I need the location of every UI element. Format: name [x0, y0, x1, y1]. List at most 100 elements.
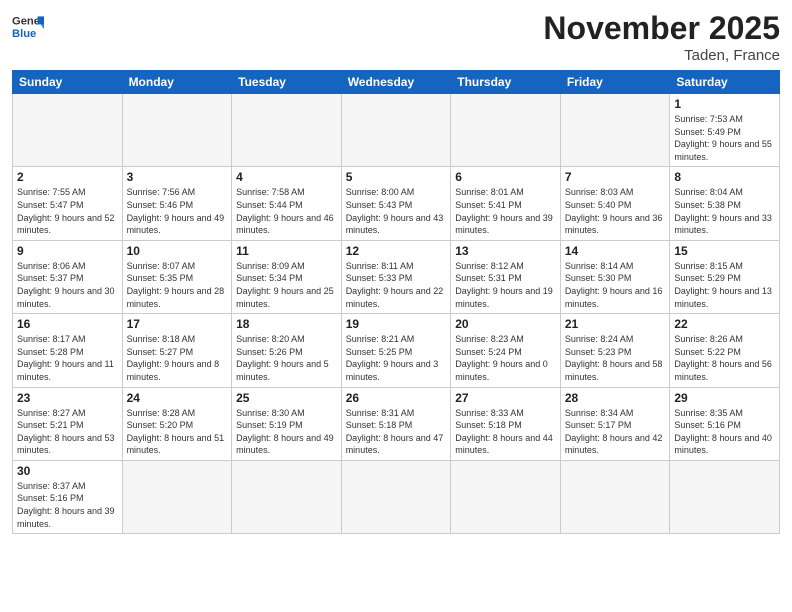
calendar-week-row: 9Sunrise: 8:06 AM Sunset: 5:37 PM Daylig… — [13, 240, 780, 313]
calendar-day-cell: 26 Sunrise: 8:31 AM Sunset: 5:18 PM Dayli… — [341, 387, 451, 460]
calendar-week-row: 23Sunrise: 8:27 AM Sunset: 5:21 PM Dayli… — [13, 387, 780, 460]
calendar-day-cell — [232, 94, 342, 167]
weekday-header: Monday — [122, 71, 232, 94]
day-number: 5 — [346, 170, 447, 184]
day-info: Sunrise: 7:55 AM Sunset: 5:47 PM Dayligh… — [17, 186, 118, 236]
location-subtitle: Taden, France — [543, 47, 780, 64]
header: General Blue November 2025 Taden, France — [12, 10, 780, 64]
day-info: Sunrise: 8:01 AM Sunset: 5:41 PM Dayligh… — [455, 186, 556, 236]
weekday-header: Friday — [560, 71, 670, 94]
calendar-day-cell: 11 Sunrise: 8:09 AM Sunset: 5:34 PM Dayli… — [232, 240, 342, 313]
day-number: 27 — [455, 391, 556, 405]
calendar-day-cell: 13Sunrise: 8:12 AM Sunset: 5:31 PM Dayli… — [451, 240, 561, 313]
calendar-day-cell: 14Sunrise: 8:14 AM Sunset: 5:30 PM Dayli… — [560, 240, 670, 313]
weekday-header: Sunday — [13, 71, 123, 94]
calendar-day-cell: 23Sunrise: 8:27 AM Sunset: 5:21 PM Dayli… — [13, 387, 123, 460]
day-info: Sunrise: 8:09 AM Sunset: 5:34 PM Dayligh… — [236, 260, 337, 310]
day-number: 2 — [17, 170, 118, 184]
day-number: 9 — [17, 244, 118, 258]
day-number: 12 — [346, 244, 447, 258]
day-number: 26 — [346, 391, 447, 405]
day-info: Sunrise: 8:14 AM Sunset: 5:30 PM Dayligh… — [565, 260, 666, 310]
calendar-week-row: 1 Sunrise: 7:53 AM Sunset: 5:49 PM Daylig… — [13, 94, 780, 167]
day-info: Sunrise: 8:11 AM Sunset: 5:33 PM Dayligh… — [346, 260, 447, 310]
calendar-day-cell: 29 Sunrise: 8:35 AM Sunset: 5:16 PM Dayli… — [670, 387, 780, 460]
day-number: 20 — [455, 317, 556, 331]
day-info: Sunrise: 8:26 AM Sunset: 5:22 PM Dayligh… — [674, 333, 775, 383]
day-number: 23 — [17, 391, 118, 405]
calendar-day-cell: 2 Sunrise: 7:55 AM Sunset: 5:47 PM Daylig… — [13, 167, 123, 240]
calendar-body: 1 Sunrise: 7:53 AM Sunset: 5:49 PM Daylig… — [13, 94, 780, 534]
calendar-day-cell: 7 Sunrise: 8:03 AM Sunset: 5:40 PM Daylig… — [560, 167, 670, 240]
day-info: Sunrise: 8:15 AM Sunset: 5:29 PM Dayligh… — [674, 260, 775, 310]
month-year-title: November 2025 — [543, 10, 780, 47]
day-number: 6 — [455, 170, 556, 184]
weekday-row: SundayMondayTuesdayWednesdayThursdayFrid… — [13, 71, 780, 94]
calendar-day-cell — [560, 460, 670, 533]
calendar-day-cell: 24Sunrise: 8:28 AM Sunset: 5:20 PM Dayli… — [122, 387, 232, 460]
day-info: Sunrise: 8:07 AM Sunset: 5:35 PM Dayligh… — [127, 260, 228, 310]
day-number: 7 — [565, 170, 666, 184]
day-number: 15 — [674, 244, 775, 258]
calendar-day-cell: 3Sunrise: 7:56 AM Sunset: 5:46 PM Daylig… — [122, 167, 232, 240]
day-info: Sunrise: 8:23 AM Sunset: 5:24 PM Dayligh… — [455, 333, 556, 383]
day-info: Sunrise: 8:35 AM Sunset: 5:16 PM Dayligh… — [674, 407, 775, 457]
calendar-day-cell: 9Sunrise: 8:06 AM Sunset: 5:37 PM Daylig… — [13, 240, 123, 313]
calendar-day-cell: 25Sunrise: 8:30 AM Sunset: 5:19 PM Dayli… — [232, 387, 342, 460]
logo-icon: General Blue — [12, 10, 44, 42]
weekday-header: Saturday — [670, 71, 780, 94]
calendar-day-cell: 17Sunrise: 8:18 AM Sunset: 5:27 PM Dayli… — [122, 314, 232, 387]
day-number: 30 — [17, 464, 118, 478]
day-info: Sunrise: 8:04 AM Sunset: 5:38 PM Dayligh… — [674, 186, 775, 236]
calendar-day-cell: 8 Sunrise: 8:04 AM Sunset: 5:38 PM Daylig… — [670, 167, 780, 240]
day-info: Sunrise: 8:17 AM Sunset: 5:28 PM Dayligh… — [17, 333, 118, 383]
day-number: 25 — [236, 391, 337, 405]
day-number: 24 — [127, 391, 228, 405]
day-number: 29 — [674, 391, 775, 405]
calendar-day-cell: 22Sunrise: 8:26 AM Sunset: 5:22 PM Dayli… — [670, 314, 780, 387]
day-number: 11 — [236, 244, 337, 258]
calendar-day-cell — [341, 460, 451, 533]
calendar-day-cell: 27 Sunrise: 8:33 AM Sunset: 5:18 PM Dayli… — [451, 387, 561, 460]
calendar-day-cell — [122, 460, 232, 533]
calendar-day-cell — [451, 94, 561, 167]
calendar-day-cell: 5 Sunrise: 8:00 AM Sunset: 5:43 PM Daylig… — [341, 167, 451, 240]
calendar-header: SundayMondayTuesdayWednesdayThursdayFrid… — [13, 71, 780, 94]
calendar-day-cell: 16Sunrise: 8:17 AM Sunset: 5:28 PM Dayli… — [13, 314, 123, 387]
day-number: 8 — [674, 170, 775, 184]
page: General Blue November 2025 Taden, France… — [0, 0, 792, 612]
calendar-day-cell — [13, 94, 123, 167]
day-info: Sunrise: 8:20 AM Sunset: 5:26 PM Dayligh… — [236, 333, 337, 383]
day-info: Sunrise: 8:34 AM Sunset: 5:17 PM Dayligh… — [565, 407, 666, 457]
calendar-day-cell: 15 Sunrise: 8:15 AM Sunset: 5:29 PM Dayli… — [670, 240, 780, 313]
calendar-week-row: 30 Sunrise: 8:37 AM Sunset: 5:16 PM Dayli… — [13, 460, 780, 533]
day-info: Sunrise: 8:00 AM Sunset: 5:43 PM Dayligh… — [346, 186, 447, 236]
day-info: Sunrise: 8:33 AM Sunset: 5:18 PM Dayligh… — [455, 407, 556, 457]
day-number: 3 — [127, 170, 228, 184]
calendar-day-cell: 30 Sunrise: 8:37 AM Sunset: 5:16 PM Dayli… — [13, 460, 123, 533]
calendar-week-row: 2 Sunrise: 7:55 AM Sunset: 5:47 PM Daylig… — [13, 167, 780, 240]
day-info: Sunrise: 8:24 AM Sunset: 5:23 PM Dayligh… — [565, 333, 666, 383]
calendar-day-cell: 20 Sunrise: 8:23 AM Sunset: 5:24 PM Dayli… — [451, 314, 561, 387]
calendar-day-cell — [670, 460, 780, 533]
day-number: 19 — [346, 317, 447, 331]
day-number: 28 — [565, 391, 666, 405]
calendar-day-cell: 6 Sunrise: 8:01 AM Sunset: 5:41 PM Daylig… — [451, 167, 561, 240]
day-number: 18 — [236, 317, 337, 331]
day-info: Sunrise: 7:53 AM Sunset: 5:49 PM Dayligh… — [674, 113, 775, 163]
day-number: 17 — [127, 317, 228, 331]
day-info: Sunrise: 8:31 AM Sunset: 5:18 PM Dayligh… — [346, 407, 447, 457]
weekday-header: Thursday — [451, 71, 561, 94]
calendar-day-cell — [341, 94, 451, 167]
calendar-day-cell — [451, 460, 561, 533]
weekday-header: Tuesday — [232, 71, 342, 94]
day-number: 1 — [674, 97, 775, 111]
title-block: November 2025 Taden, France — [543, 10, 780, 64]
calendar-day-cell: 4Sunrise: 7:58 AM Sunset: 5:44 PM Daylig… — [232, 167, 342, 240]
day-info: Sunrise: 8:12 AM Sunset: 5:31 PM Dayligh… — [455, 260, 556, 310]
day-info: Sunrise: 7:58 AM Sunset: 5:44 PM Dayligh… — [236, 186, 337, 236]
calendar-day-cell — [560, 94, 670, 167]
calendar-day-cell — [122, 94, 232, 167]
day-info: Sunrise: 8:03 AM Sunset: 5:40 PM Dayligh… — [565, 186, 666, 236]
day-info: Sunrise: 8:37 AM Sunset: 5:16 PM Dayligh… — [17, 480, 118, 530]
